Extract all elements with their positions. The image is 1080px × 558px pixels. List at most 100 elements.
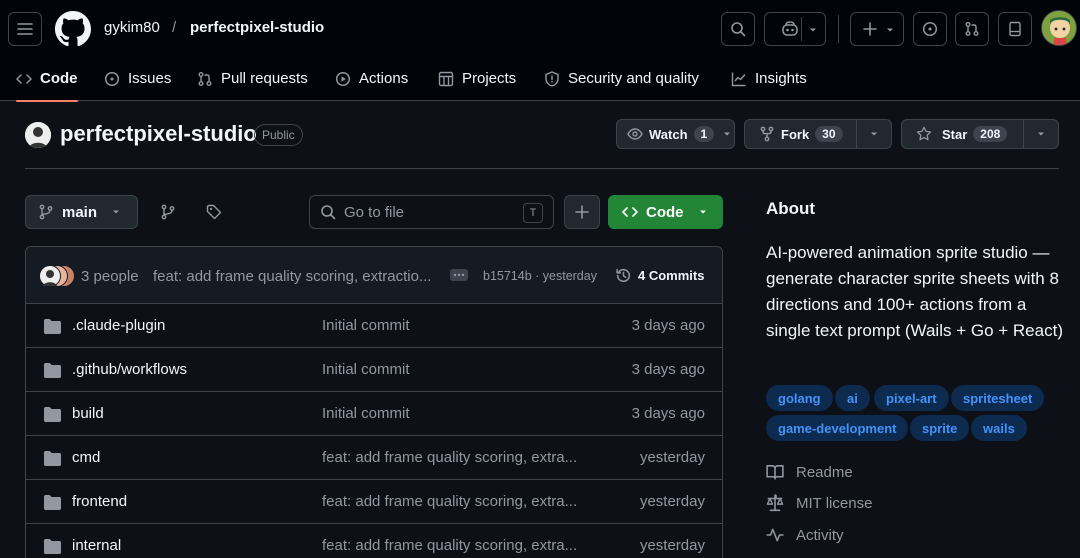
file-name[interactable]: internal — [72, 537, 121, 554]
file-name[interactable]: cmd — [72, 449, 100, 466]
fork-label: Fork — [781, 126, 810, 142]
code-icon — [16, 73, 32, 84]
tab-pull-requests[interactable]: Pull requests — [197, 56, 308, 101]
table-icon — [438, 71, 454, 86]
repo-title[interactable]: perfectpixel-studio — [60, 121, 257, 147]
chevron-down-icon — [113, 210, 120, 214]
code-icon — [622, 207, 638, 217]
folder-icon — [44, 407, 61, 422]
code-download-button[interactable]: Code — [608, 195, 723, 229]
code-button-label: Code — [646, 203, 684, 221]
branches-button[interactable] — [151, 195, 185, 229]
user-avatar[interactable] — [1041, 10, 1077, 46]
file-name[interactable]: .github/workflows — [72, 361, 187, 378]
search-button[interactable] — [721, 12, 755, 46]
fork-icon — [760, 126, 774, 142]
pull-requests-button[interactable] — [955, 12, 989, 46]
issues-button[interactable] — [913, 12, 947, 46]
file-name[interactable]: .claude-plugin — [72, 317, 165, 334]
hamburger-icon — [17, 23, 33, 35]
license-link[interactable]: MIT license — [766, 494, 872, 512]
table-row[interactable]: build Initial commit 3 days ago — [26, 392, 722, 436]
branch-icon — [39, 204, 53, 220]
commits-link[interactable]: 4 Commits — [615, 267, 704, 284]
watch-button[interactable]: Watch 1 — [616, 119, 735, 149]
file-commit-date: yesterday — [639, 537, 705, 554]
fork-button[interactable]: Fork 30 — [744, 119, 892, 149]
table-row[interactable]: internal feat: add frame quality scoring… — [26, 524, 722, 558]
file-name[interactable]: frontend — [72, 493, 127, 510]
chevron-down-icon — [887, 28, 893, 32]
header-divider — [838, 15, 839, 43]
activity-link[interactable]: Activity — [766, 526, 844, 544]
topic-tag[interactable]: sprite — [910, 415, 970, 441]
topic-tag[interactable]: golang — [766, 385, 833, 411]
branch-name: main — [62, 203, 98, 221]
table-row[interactable]: .github/workflows Initial commit 3 days … — [26, 348, 722, 392]
file-commit-date: 3 days ago — [631, 405, 705, 422]
file-commit-message[interactable]: Initial commit — [322, 317, 410, 334]
table-row[interactable]: cmd feat: add frame quality scoring, ext… — [26, 436, 722, 480]
star-button[interactable]: Star 208 — [901, 119, 1059, 149]
chevron-down-icon — [871, 132, 877, 136]
file-commit-message[interactable]: Initial commit — [322, 405, 410, 422]
repo-header-divider — [25, 168, 1059, 169]
topic-tag[interactable]: ai — [835, 385, 870, 411]
book-icon — [766, 465, 784, 480]
expand-commit-button[interactable] — [450, 269, 468, 281]
repo-nav: Code Issues Pull requests Actions Projec… — [0, 56, 1080, 102]
search-icon — [731, 22, 746, 37]
repo-owner-avatar[interactable] — [25, 122, 51, 148]
go-to-file-input[interactable]: Go to file T — [309, 195, 554, 229]
topic-tag[interactable]: pixel-art — [874, 385, 949, 411]
plus-icon — [863, 22, 877, 36]
copilot-button[interactable] — [764, 12, 826, 46]
chevron-down-icon — [810, 28, 816, 32]
activity-label: Activity — [796, 526, 844, 544]
tags-button[interactable] — [197, 195, 231, 229]
file-commit-message[interactable]: Initial commit — [322, 361, 410, 378]
commit-authors[interactable]: 3 people — [81, 268, 139, 285]
tab-code[interactable]: Code — [16, 56, 78, 102]
tab-security[interactable]: Security and quality — [544, 56, 699, 101]
inbox-button[interactable] — [998, 12, 1032, 46]
readme-link[interactable]: Readme — [766, 463, 853, 481]
tab-insights[interactable]: Insights — [731, 56, 807, 101]
table-row[interactable]: frontend feat: add frame quality scoring… — [26, 480, 722, 524]
file-commit-message[interactable]: feat: add frame quality scoring, extra..… — [322, 449, 577, 466]
breadcrumb-owner[interactable]: gykim80 — [104, 19, 160, 36]
topic-tag[interactable]: game-development — [766, 415, 909, 441]
tab-actions[interactable]: Actions — [335, 56, 408, 101]
latest-commit-message[interactable]: feat: add frame quality scoring, extract… — [153, 268, 431, 285]
file-commit-message[interactable]: feat: add frame quality scoring, extra..… — [322, 493, 577, 510]
pulse-icon — [766, 528, 784, 542]
topic-tag[interactable]: wails — [971, 415, 1027, 441]
menu-button[interactable] — [8, 12, 42, 46]
readme-label: Readme — [796, 463, 853, 481]
contributor-avatars[interactable] — [39, 265, 75, 287]
tab-projects[interactable]: Projects — [438, 56, 516, 101]
tab-label: Projects — [462, 70, 517, 87]
commit-hash[interactable]: b15714b · yesterday — [483, 269, 597, 283]
create-new-button[interactable] — [850, 12, 904, 46]
github-logo[interactable] — [55, 11, 91, 47]
fork-dropdown[interactable] — [857, 120, 891, 148]
add-file-button[interactable] — [564, 195, 600, 229]
tab-issues[interactable]: Issues — [104, 56, 171, 101]
tab-label: Actions — [359, 70, 409, 87]
breadcrumb-repo[interactable]: perfectpixel-studio — [190, 19, 324, 36]
file-commit-date: yesterday — [639, 449, 705, 466]
tag-icon — [206, 204, 222, 220]
file-name[interactable]: build — [72, 405, 104, 422]
tab-label: Issues — [128, 70, 172, 87]
file-commit-message[interactable]: feat: add frame quality scoring, extra..… — [322, 537, 577, 554]
star-dropdown[interactable] — [1024, 120, 1058, 148]
inbox-icon — [1009, 21, 1021, 37]
table-row[interactable]: .claude-plugin Initial commit 3 days ago — [26, 304, 722, 348]
topic-tag[interactable]: spritesheet — [951, 385, 1045, 411]
issue-icon — [104, 71, 120, 86]
visibility-badge: Public — [254, 124, 303, 146]
fork-count: 30 — [815, 126, 843, 142]
branch-icon — [161, 204, 175, 220]
branch-selector[interactable]: main — [25, 195, 138, 229]
